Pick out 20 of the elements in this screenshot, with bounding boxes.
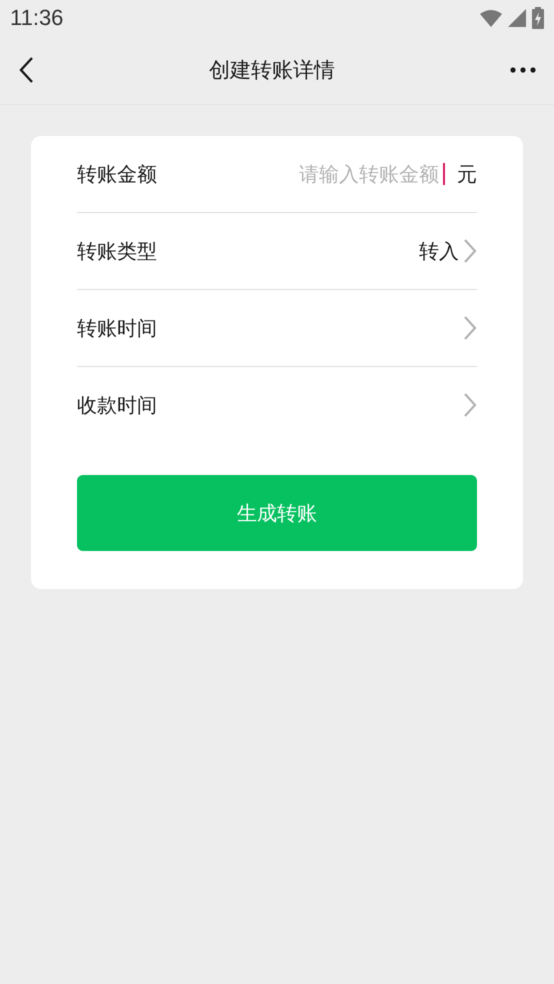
select-row[interactable]: 转账时间 [77,290,477,367]
chevron-right-icon [463,238,477,264]
chevron-right-icon [463,392,477,418]
field-value: 转入 [419,238,459,264]
select-row[interactable]: 转账类型 转入 [77,213,477,290]
field-label: 转账类型 [77,238,157,264]
more-icon [510,67,536,73]
field-label: 收款时间 [77,392,157,418]
signal-icon [508,9,526,27]
unit-label: 元 [457,160,477,188]
status-time: 11:36 [10,5,64,31]
field-label: 转账时间 [77,314,157,342]
chevron-right-icon [463,315,477,341]
page-title: 创建转账详情 [208,57,336,84]
wifi-icon [480,9,502,27]
battery-icon [532,7,544,29]
select-row[interactable]: 收款时间 [77,367,477,443]
amount-input[interactable]: 请输入转账金额 [289,162,439,186]
back-icon [18,56,34,84]
field-label: 转账金额 [77,160,157,188]
